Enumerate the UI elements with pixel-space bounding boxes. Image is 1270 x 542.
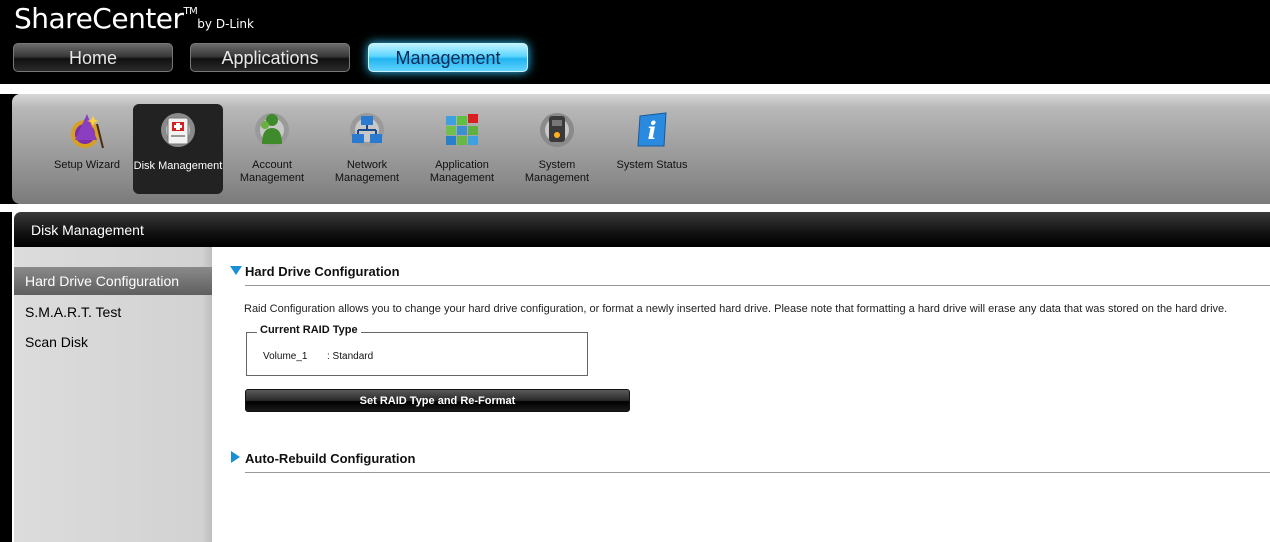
toolbar-item-system-management[interactable]: System Management (512, 104, 602, 194)
main-content: Hard Drive Configuration Raid Configurat… (212, 247, 1270, 542)
toolbar-item-disk-management[interactable]: Disk Management (133, 104, 223, 194)
sidebar-item-hard-drive-configuration[interactable]: Hard Drive Configuration (14, 267, 212, 295)
raid-box-legend: Current RAID Type (257, 324, 361, 336)
brand-by-dlink: by D-Link (197, 17, 254, 31)
sidebar: Hard Drive Configuration S.M.A.R.T. Test… (14, 247, 212, 542)
toolbar-label: Network Management (334, 159, 400, 184)
svg-text:i: i (647, 116, 656, 145)
current-raid-type-box: Current RAID Type Volume_1 : Standard (246, 324, 588, 376)
nav-applications-tab[interactable]: Applications (190, 43, 350, 72)
wizard-icon (71, 114, 104, 149)
network-management-icon (350, 113, 384, 147)
toolbar-item-setup-wizard[interactable]: Setup Wizard (42, 104, 132, 194)
toolbar-spacer (0, 204, 1270, 212)
sharecenter-logo: ShareCenterTMby D-Link (14, 2, 254, 35)
section-description: Raid Configuration allows you to change … (244, 303, 1228, 315)
sidebar-item-scan-disk[interactable]: Scan Disk (14, 328, 212, 356)
disk-management-icon (161, 113, 195, 147)
toolbar-label-text: Disk Management (133, 160, 223, 172)
sidebar-item-smart-test[interactable]: S.M.A.R.T. Test (14, 298, 212, 326)
collapse-arrow-icon[interactable] (230, 266, 242, 275)
section-title-hard-drive-configuration[interactable]: Hard Drive Configuration (245, 264, 400, 279)
set-raid-type-button[interactable]: Set RAID Type and Re-Format (245, 389, 630, 412)
system-management-icon (540, 113, 574, 147)
toolbar-label: Setup Wizard (53, 159, 121, 171)
toolbar-label: System Status (616, 159, 688, 171)
account-management-icon (255, 113, 289, 147)
toolbar-item-application-management[interactable]: Application Management (417, 104, 507, 194)
nav-home-tab[interactable]: Home (13, 43, 173, 72)
toolbar-label: Application Management (429, 159, 495, 184)
info-icon: i (637, 112, 667, 147)
raid-type-value: : Standard (327, 351, 374, 362)
toolbar-item-network-management[interactable]: Network Management (322, 104, 412, 194)
disk-management-panel: Disk Management Hard Drive Configuration… (12, 212, 1270, 542)
header-spacer (0, 84, 1270, 94)
section-title-auto-rebuild-configuration[interactable]: Auto-Rebuild Configuration (245, 451, 415, 466)
toolbar-label: Account Management (239, 159, 305, 184)
brand-trademark: TM (183, 6, 198, 17)
toolbar-label: System Management (524, 159, 590, 184)
toolbar-label: Disk Management (133, 160, 223, 173)
raid-volume-row: Volume_1 : Standard (263, 351, 373, 362)
expand-arrow-icon[interactable] (231, 451, 240, 463)
volume-name: Volume_1 (263, 351, 308, 362)
brand-name: ShareCenter (14, 2, 184, 35)
panel-title: Disk Management (14, 212, 1270, 247)
toolbar-item-system-status[interactable]: i System Status (607, 104, 697, 194)
section-divider (245, 472, 1270, 473)
section-divider (245, 285, 1270, 286)
nav-management-tab[interactable]: Management (368, 43, 528, 72)
top-bar: ShareCenterTMby D-Link Home Applications… (0, 0, 1270, 84)
toolbar-item-account-management[interactable]: Account Management (227, 104, 317, 194)
management-toolbar: Setup Wizard Disk Management Account Man… (12, 94, 1270, 204)
application-management-icon (446, 114, 478, 145)
